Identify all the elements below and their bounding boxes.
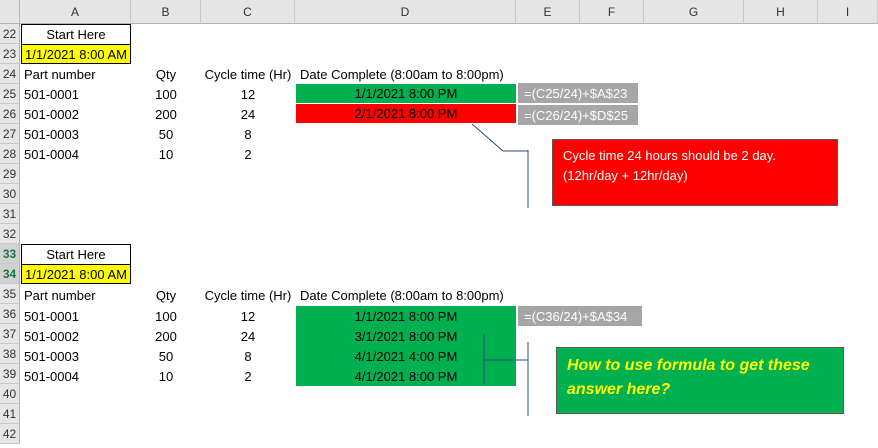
- note-line-2: (12hr/day + 12hr/day): [563, 168, 688, 183]
- part-number-cell[interactable]: 501-0004: [21, 366, 131, 386]
- column-header-h[interactable]: H: [744, 0, 818, 24]
- row-header[interactable]: 24: [0, 64, 20, 84]
- question-text: How to use formula to get these answer h…: [567, 357, 810, 398]
- date-complete-cell[interactable]: 1/1/2021 8:00 PM: [296, 84, 516, 103]
- select-all-corner[interactable]: [0, 0, 20, 24]
- start-date-cell[interactable]: 1/1/2021 8:00 AM: [21, 44, 131, 64]
- cycle-time-note-callout: Cycle time 24 hours should be 2 day. (12…: [552, 139, 838, 206]
- part-number-cell[interactable]: 501-0002: [21, 104, 131, 124]
- formula-note-2: =(C26/24)+$D$25: [518, 105, 638, 125]
- formula-note-1: =(C25/24)+$A$23: [518, 83, 638, 103]
- qty-cell[interactable]: 200: [131, 326, 201, 346]
- row-header[interactable]: 23: [0, 44, 20, 64]
- connector-line-1: [471, 123, 528, 152]
- part-number-cell[interactable]: 501-0002: [21, 326, 131, 346]
- qty-cell[interactable]: 200: [131, 104, 201, 124]
- qty-cell[interactable]: 50: [131, 124, 201, 144]
- start-here-label[interactable]: Start Here: [21, 24, 131, 44]
- cycle-time-cell[interactable]: 12: [201, 84, 295, 104]
- cycle-time-cell[interactable]: 12: [201, 306, 295, 326]
- header-part-number[interactable]: Part number: [21, 285, 131, 305]
- date-complete-cell-wrong[interactable]: 2/1/2021 8:00 PM: [296, 104, 516, 123]
- cycle-time-cell[interactable]: 8: [201, 124, 295, 144]
- header-qty[interactable]: Qty: [131, 285, 201, 305]
- row-header[interactable]: 40: [0, 384, 20, 404]
- row-header[interactable]: 22: [0, 24, 20, 44]
- note-line-1: Cycle time 24 hours should be 2 day.: [563, 148, 776, 163]
- cycle-time-cell[interactable]: 2: [201, 366, 295, 386]
- row-header-selected[interactable]: 33: [0, 244, 20, 264]
- row-header[interactable]: 38: [0, 344, 20, 364]
- qty-cell[interactable]: 10: [131, 144, 201, 164]
- row-header[interactable]: 29: [0, 164, 20, 184]
- row-header[interactable]: 27: [0, 124, 20, 144]
- date-complete-cell[interactable]: 1/1/2021 8:00 PM: [296, 306, 516, 326]
- row-header[interactable]: 28: [0, 144, 20, 164]
- header-date-complete[interactable]: Date Complete (8:00am to 8:00pm): [297, 64, 517, 84]
- header-qty[interactable]: Qty: [131, 64, 201, 84]
- row-header[interactable]: 26: [0, 104, 20, 124]
- date-complete-cell[interactable]: 4/1/2021 4:00 PM: [296, 346, 516, 366]
- header-date-complete[interactable]: Date Complete (8:00am to 8:00pm): [297, 285, 517, 305]
- formula-note-3: =(C36/24)+$A$34: [518, 306, 642, 326]
- date-complete-cell[interactable]: 4/1/2021 8:00 PM: [296, 366, 516, 386]
- row-header[interactable]: 37: [0, 324, 20, 344]
- qty-cell[interactable]: 100: [131, 84, 201, 104]
- part-number-cell[interactable]: 501-0001: [21, 84, 131, 104]
- column-header-d[interactable]: D: [295, 0, 516, 24]
- start-date-cell[interactable]: 1/1/2021 8:00 AM: [21, 264, 131, 284]
- spreadsheet-grid: A B C D E F G H I 22 23 24 25 26 27 28 2…: [0, 0, 878, 448]
- row-header[interactable]: 35: [0, 284, 20, 304]
- column-header-g[interactable]: G: [644, 0, 744, 24]
- column-header-a[interactable]: A: [20, 0, 131, 24]
- column-header-e[interactable]: E: [516, 0, 580, 24]
- column-header-i[interactable]: I: [818, 0, 878, 24]
- cycle-time-cell[interactable]: 2: [201, 144, 295, 164]
- header-cycle-time[interactable]: Cycle time (Hr): [201, 285, 295, 305]
- part-number-cell[interactable]: 501-0004: [21, 144, 131, 164]
- header-cycle-time[interactable]: Cycle time (Hr): [201, 64, 295, 84]
- part-number-cell[interactable]: 501-0003: [21, 346, 131, 366]
- column-header-f[interactable]: F: [580, 0, 644, 24]
- part-number-cell[interactable]: 501-0003: [21, 124, 131, 144]
- row-header[interactable]: 36: [0, 304, 20, 324]
- qty-cell[interactable]: 10: [131, 366, 201, 386]
- row-header[interactable]: 32: [0, 224, 20, 244]
- row-header[interactable]: 30: [0, 184, 20, 204]
- part-number-cell[interactable]: 501-0001: [21, 306, 131, 326]
- row-header[interactable]: 25: [0, 84, 20, 104]
- column-header-b[interactable]: B: [131, 0, 201, 24]
- cycle-time-cell[interactable]: 24: [201, 104, 295, 124]
- qty-cell[interactable]: 50: [131, 346, 201, 366]
- row-header[interactable]: 42: [0, 424, 20, 444]
- cycle-time-cell[interactable]: 24: [201, 326, 295, 346]
- cycle-time-cell[interactable]: 8: [201, 346, 295, 366]
- row-header[interactable]: 39: [0, 364, 20, 384]
- header-part-number[interactable]: Part number: [21, 64, 131, 84]
- qty-cell[interactable]: 100: [131, 306, 201, 326]
- row-header[interactable]: 31: [0, 204, 20, 224]
- start-here-label[interactable]: Start Here: [21, 244, 131, 264]
- column-header-c[interactable]: C: [201, 0, 295, 24]
- date-complete-cell[interactable]: 3/1/2021 8:00 PM: [296, 326, 516, 346]
- question-callout: How to use formula to get these answer h…: [556, 347, 844, 414]
- row-header[interactable]: 41: [0, 404, 20, 424]
- row-header-selected[interactable]: 34: [0, 264, 20, 284]
